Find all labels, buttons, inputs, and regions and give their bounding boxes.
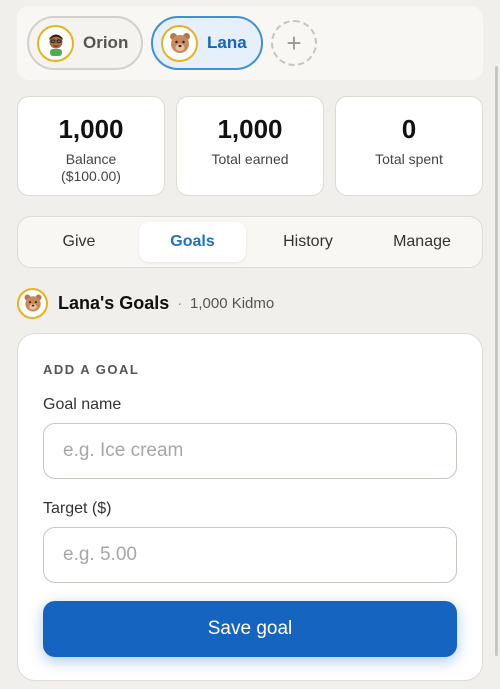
tab-bar: Give Goals History Manage bbox=[17, 216, 483, 268]
section-title: Lana's Goals bbox=[58, 292, 170, 313]
stat-label: Balance bbox=[65, 151, 117, 167]
kid-name: Lana bbox=[207, 33, 247, 52]
bear-avatar-icon bbox=[161, 24, 198, 62]
scrollbar[interactable] bbox=[495, 66, 498, 656]
kid-chip-lana[interactable]: Lana bbox=[151, 16, 263, 70]
stat-total-spent: 0 Total spent bbox=[335, 96, 483, 196]
target-amount-input[interactable] bbox=[43, 527, 457, 583]
stat-value: 1,000 bbox=[217, 114, 283, 144]
target-label: Target ($) bbox=[43, 500, 112, 517]
add-goal-heading: ADD A GOAL bbox=[43, 362, 140, 377]
section-header: Lana's Goals · 1,000 Kidmo bbox=[17, 287, 274, 319]
kidmo-balance: 1,000 Kidmo bbox=[190, 294, 275, 312]
bear-avatar-icon bbox=[17, 287, 48, 319]
goal-name-label: Goal name bbox=[43, 396, 122, 413]
stat-total-earned: 1,000 Total earned bbox=[176, 96, 324, 196]
stat-balance: 1,000 Balance ($100.00) bbox=[17, 96, 165, 196]
goal-name-input[interactable] bbox=[43, 423, 457, 479]
tab-goals[interactable]: Goals bbox=[139, 222, 246, 262]
plus-icon: + bbox=[286, 27, 302, 58]
boy-avatar-icon bbox=[37, 24, 74, 62]
kid-chip-orion[interactable]: Orion bbox=[27, 16, 143, 70]
add-goal-card: ADD A GOAL Goal name Target ($) Save goa… bbox=[17, 333, 483, 681]
separator: · bbox=[177, 295, 182, 311]
tab-history[interactable]: History bbox=[250, 222, 366, 262]
stat-value: 0 bbox=[401, 114, 417, 144]
stat-label: Total spent bbox=[375, 151, 443, 167]
kid-switcher: Orion Lana + bbox=[17, 6, 483, 80]
add-kid-button[interactable]: + bbox=[271, 20, 317, 66]
tab-manage[interactable]: Manage bbox=[367, 222, 477, 262]
stat-sublabel: ($100.00) bbox=[61, 168, 121, 184]
stat-label: Total earned bbox=[211, 151, 289, 167]
tab-give[interactable]: Give bbox=[21, 222, 137, 262]
save-goal-button[interactable]: Save goal bbox=[43, 601, 457, 657]
kid-name: Orion bbox=[83, 33, 129, 52]
stat-value: 1,000 bbox=[58, 114, 124, 144]
